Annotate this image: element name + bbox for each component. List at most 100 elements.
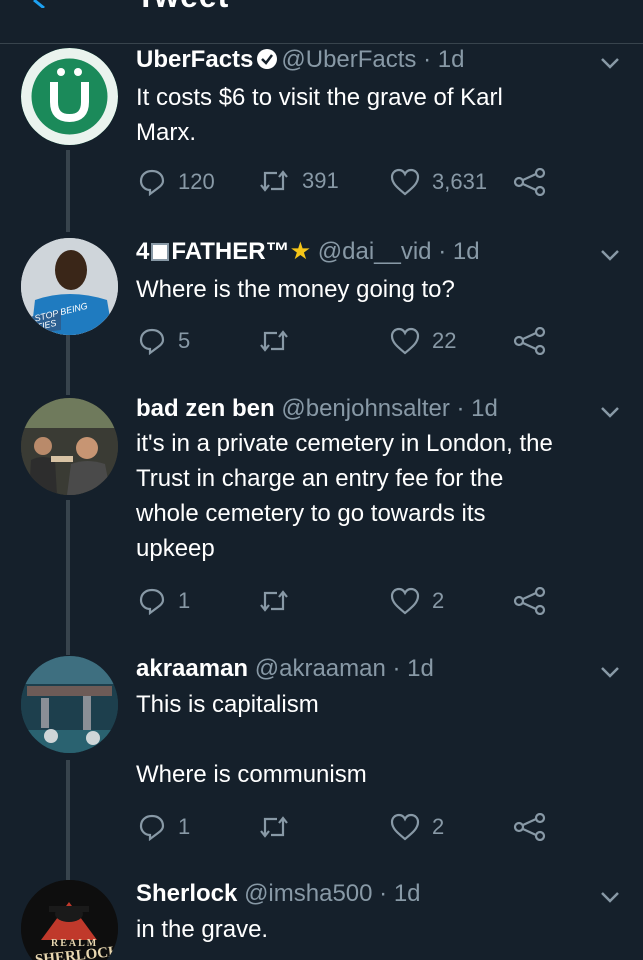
tweet-text-line: Marx.	[136, 119, 196, 146]
tweet-text-line: it's in a private cemetery in London, th…	[136, 430, 553, 457]
chevron-down-icon[interactable]	[598, 404, 622, 420]
display-name[interactable]: UberFacts	[136, 46, 253, 73]
back-arrow-icon[interactable]	[32, 0, 56, 8]
chevron-down-icon[interactable]	[598, 889, 622, 905]
avatar[interactable]: STOP BEING TIES	[21, 238, 118, 335]
handle[interactable]: @benjohnsalter	[281, 395, 449, 422]
chevron-down-icon[interactable]	[598, 55, 622, 71]
star-icon: ★	[289, 238, 312, 265]
like-count: 22	[432, 328, 457, 353]
tweet-text-line: in the grave.	[136, 916, 269, 943]
reply-button[interactable]: 120	[138, 168, 215, 196]
reply-icon	[139, 814, 165, 841]
timestamp: · 1d	[423, 46, 465, 73]
share-button[interactable]	[513, 813, 547, 841]
thread-line	[66, 333, 70, 395]
share-icon	[513, 587, 546, 615]
like-count: 2	[432, 588, 445, 613]
display-name[interactable]: Sherlock	[136, 880, 237, 907]
avatar[interactable]	[21, 656, 118, 753]
reply-count: 1	[178, 588, 191, 613]
verified-badge-icon	[257, 49, 278, 69]
like-button[interactable]: 2	[390, 587, 444, 615]
top-bar: Tweet	[0, 0, 643, 44]
share-button[interactable]	[513, 168, 547, 196]
tweet-text: It costs $6 to visit the grave of Karl M…	[136, 80, 616, 150]
display-name[interactable]: akraaman	[136, 655, 248, 682]
reply-button[interactable]: 1	[138, 813, 190, 841]
display-name[interactable]: FATHER™	[171, 238, 289, 265]
reply-icon	[139, 169, 165, 196]
reply-count: 1	[178, 814, 191, 839]
tweet-header: 4 FATHER™★ @dai__vid · 1d	[136, 237, 480, 267]
timestamp: · 1d	[392, 655, 434, 682]
tweet-header: akraaman @akraaman · 1d	[136, 654, 434, 684]
heart-icon	[390, 587, 420, 615]
retweet-icon	[260, 816, 288, 838]
tweet-text-line: whole cemetery to go towards its	[136, 500, 486, 527]
handle[interactable]: @akraaman	[255, 655, 386, 682]
like-count: 2	[432, 814, 445, 839]
tweet-text: This is capitalism Where is communism	[136, 687, 616, 792]
page-title: Tweet	[136, 0, 229, 15]
share-button[interactable]	[513, 587, 547, 615]
timestamp: · 1d	[379, 880, 421, 907]
reply-count: 120	[178, 169, 215, 194]
chevron-down-icon[interactable]	[598, 247, 622, 263]
avatar[interactable]	[21, 48, 118, 145]
retweet-button[interactable]	[258, 588, 290, 614]
chevron-down-icon[interactable]	[598, 664, 622, 680]
avatar[interactable]	[21, 398, 118, 495]
heart-icon	[390, 168, 420, 196]
like-button[interactable]: 22	[390, 327, 456, 355]
tweet-text-line: upkeep	[136, 535, 215, 562]
reply-icon	[139, 328, 165, 355]
timestamp: · 1d	[456, 395, 498, 422]
retweet-icon	[260, 330, 288, 352]
share-button[interactable]	[513, 327, 547, 355]
uberfacts-logo-icon	[21, 48, 118, 145]
tweet-text-line: Trust in charge an entry fee for the	[136, 465, 504, 492]
like-button[interactable]: 3,631	[390, 168, 487, 196]
tweet-text-line: Where is the money going to?	[136, 276, 455, 303]
avatar[interactable]: REALM SHERLOCK	[21, 880, 118, 960]
handle[interactable]: @UberFacts	[281, 46, 416, 73]
tweet-text-line: Where is communism	[136, 761, 367, 788]
retweet-button[interactable]	[258, 328, 290, 354]
thread-line	[66, 760, 70, 880]
profile-photo-icon	[21, 398, 118, 495]
reply-button[interactable]: 5	[138, 327, 190, 355]
heart-icon	[390, 813, 420, 841]
share-icon	[513, 327, 546, 355]
reply-button[interactable]: 1	[138, 587, 190, 615]
thread-line	[66, 150, 70, 232]
like-count: 3,631	[432, 169, 488, 194]
tweet-header: Sherlock @imsha500 · 1d	[136, 879, 421, 909]
tweet-header: UberFacts @UberFacts · 1d	[136, 45, 464, 75]
share-icon	[513, 813, 546, 841]
tweet-text-line: This is capitalism	[136, 691, 319, 718]
tweet-text: Where is the money going to?	[136, 272, 616, 307]
handle[interactable]: @imsha500	[244, 880, 372, 907]
tweet-text: it's in a private cemetery in London, th…	[136, 426, 616, 566]
tweet-text-blank-line	[136, 722, 616, 757]
retweet-button[interactable]: 391	[258, 168, 339, 194]
profile-photo-icon	[21, 656, 118, 753]
retweet-count: 391	[302, 168, 339, 193]
display-name-prefix[interactable]: 4	[136, 238, 149, 265]
reply-count: 5	[178, 328, 191, 353]
like-button[interactable]: 2	[390, 813, 444, 841]
retweet-button[interactable]	[258, 814, 290, 840]
reply-icon	[139, 588, 165, 615]
handle[interactable]: @dai__vid	[318, 238, 432, 265]
share-icon	[513, 168, 546, 196]
display-name[interactable]: bad zen ben	[136, 395, 275, 422]
retweet-icon	[260, 590, 288, 612]
retweet-icon	[260, 170, 288, 192]
heart-icon	[390, 327, 420, 355]
white-square-icon	[151, 243, 170, 261]
tweet-text: in the grave.	[136, 912, 616, 947]
tweet-text-line: It costs $6 to visit the grave of Karl	[136, 84, 503, 111]
thread-line	[66, 500, 70, 655]
tweet-header: bad zen ben @benjohnsalter · 1d	[136, 394, 498, 424]
